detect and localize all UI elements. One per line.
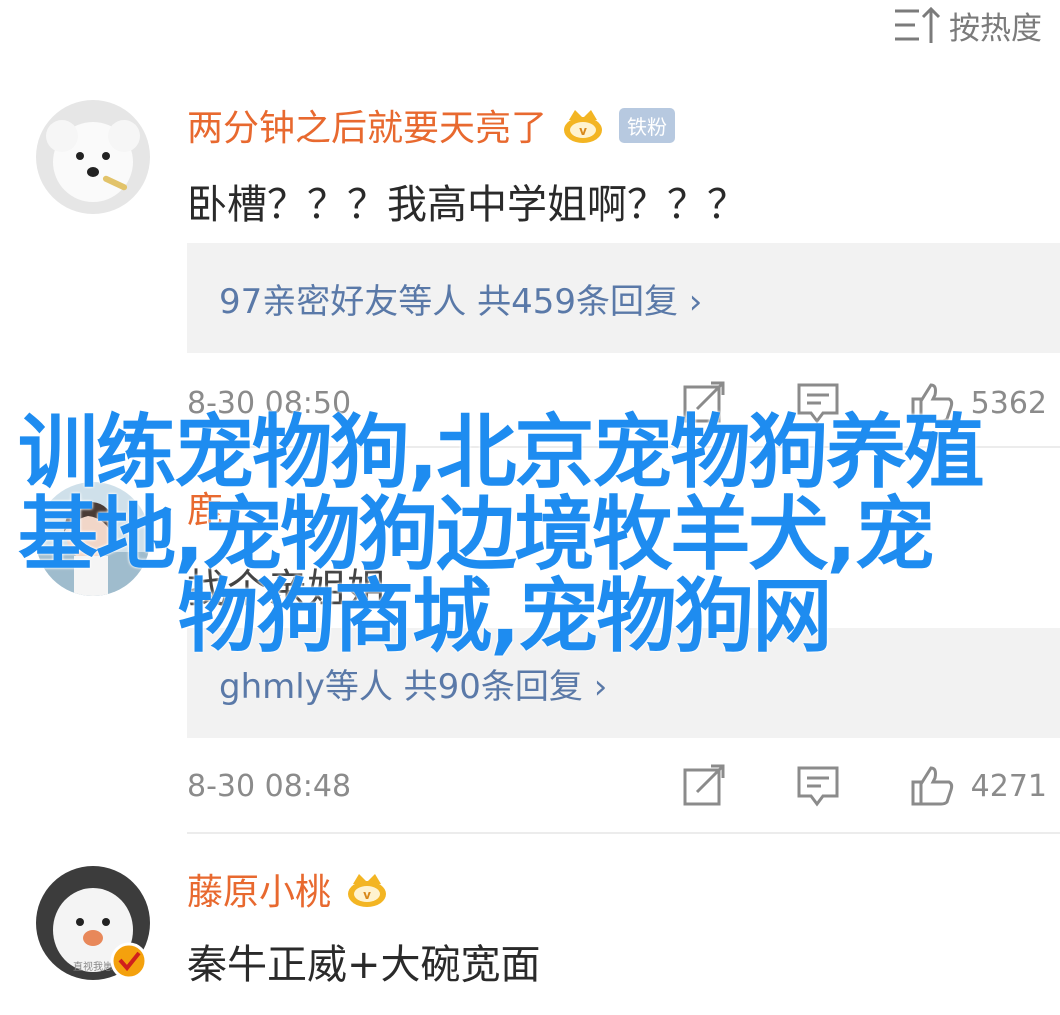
timestamp: 8-30 08:48: [187, 768, 352, 804]
sort-label: 按热度: [949, 10, 1042, 47]
like-icon[interactable]: [909, 764, 955, 808]
like-count: 4271: [970, 768, 1047, 804]
comment-icon[interactable]: [795, 764, 841, 808]
username[interactable]: 两分钟之后就要天亮了: [187, 99, 547, 151]
overlay-headline: 训练宠物狗,北京宠物狗养殖 基地,宠物狗边境牧羊犬,宠 物狗商城,宠物狗网: [18, 412, 1048, 658]
username[interactable]: 藤原小桃: [187, 863, 331, 915]
vip-crown-icon: v: [348, 874, 387, 907]
svg-text:v: v: [363, 888, 371, 902]
replies-summary[interactable]: 97亲密好友等人 共459条回复 ›: [187, 243, 1060, 353]
svg-text:v: v: [579, 124, 587, 138]
replies-link[interactable]: ghmly等人 共90条回复 ›: [219, 659, 607, 708]
sort-icon: [895, 6, 941, 43]
overlay-line-2: 基地,宠物狗边境牧羊犬,宠: [18, 488, 935, 581]
fan-badge: 铁粉: [619, 107, 676, 143]
overlay-line-1: 训练宠物狗,北京宠物狗养殖: [18, 406, 984, 499]
dog-avatar-image: [36, 100, 150, 214]
verified-badge-icon: [110, 942, 148, 980]
vip-crown-icon: v: [564, 110, 603, 143]
divider: [187, 832, 1060, 834]
overlay-line-3: 物狗商城,宠物狗网: [178, 570, 832, 663]
avatar-caption: 直视我崽: [73, 960, 113, 973]
comment-text: 卧槽？？？我高中学姐啊？？？: [187, 182, 747, 228]
share-icon[interactable]: [681, 764, 727, 808]
avatar[interactable]: [36, 100, 150, 214]
replies-link[interactable]: 97亲密好友等人 共459条回复 ›: [219, 274, 702, 323]
sort-by-hotness-button[interactable]: 按热度: [893, 0, 1042, 50]
comment-text: 秦牛正威+大碗宽面: [187, 942, 541, 988]
